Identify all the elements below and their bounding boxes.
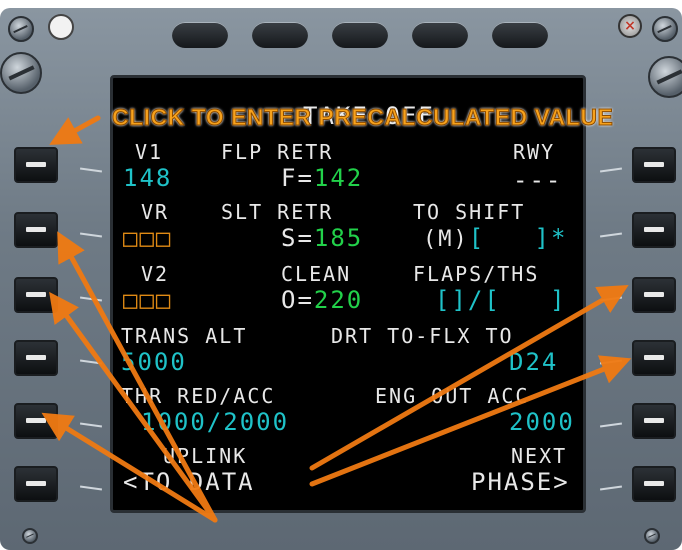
rwy-label: RWY <box>513 140 556 164</box>
thr-red-acc-value[interactable]: 1000/2000 <box>141 408 289 436</box>
lsk-3l-button[interactable] <box>14 277 58 313</box>
v1-value[interactable]: 148 <box>123 164 172 192</box>
lsk-5l-button[interactable] <box>14 403 58 439</box>
trans-alt-label: TRANS ALT <box>121 324 248 348</box>
v1-label: V1 <box>135 140 164 164</box>
vr-label: VR <box>141 200 170 224</box>
slt-retr-value: S=185 <box>281 224 363 252</box>
top-key-4[interactable] <box>412 22 468 48</box>
brightness-knob-icon[interactable] <box>0 52 42 94</box>
annunciator-light-icon <box>48 14 74 40</box>
next-phase-link[interactable]: PHASE> <box>471 468 570 496</box>
lsk-4l-button[interactable] <box>14 340 58 376</box>
mcdu-display: TAKE OFF V1 FLP RETR RWY 148 F=142 --- V… <box>110 75 586 513</box>
flp-retr-value: F=142 <box>281 164 363 192</box>
to-shift-label: TO SHIFT <box>413 200 526 224</box>
flp-retr-prefix: F= <box>281 164 314 192</box>
clean-prefix: O= <box>281 286 314 314</box>
lsk-6r-button[interactable] <box>632 466 676 502</box>
top-key-2[interactable] <box>252 22 308 48</box>
to-data-link[interactable]: <TO DATA <box>123 468 255 496</box>
slt-retr-label: SLT RETR <box>221 200 334 224</box>
v2-value[interactable]: □□□ <box>123 286 172 314</box>
lsk-5r-button[interactable] <box>632 403 676 439</box>
lsk-4r-button[interactable] <box>632 340 676 376</box>
lsk-2r-button[interactable] <box>632 212 676 248</box>
top-key-1[interactable] <box>172 22 228 48</box>
top-key-3[interactable] <box>332 22 388 48</box>
rwy-value: --- <box>513 166 563 194</box>
next-label: NEXT <box>511 444 568 468</box>
flex-temp-value[interactable]: D24 <box>509 348 558 376</box>
vr-value[interactable]: □□□ <box>123 224 172 252</box>
lsk-1l-button[interactable] <box>14 147 58 183</box>
lsk-3r-button[interactable] <box>632 277 676 313</box>
flex-temp-label: DRT TO-FLX TO <box>331 324 514 348</box>
clean-label: CLEAN <box>281 262 352 286</box>
top-keys <box>120 22 560 52</box>
slt-retr-speed: 185 <box>313 224 364 252</box>
screw-icon <box>22 528 38 544</box>
screw-icon <box>8 16 34 42</box>
uplink-label: UPLINK <box>163 444 248 468</box>
clean-speed: 220 <box>313 286 364 314</box>
fault-light-icon: × <box>618 14 642 38</box>
lsk-6l-button[interactable] <box>14 466 58 502</box>
to-shift-field: [ ]* <box>468 224 568 252</box>
thr-red-acc-label: THR RED/ACC <box>121 384 276 408</box>
eng-out-acc-value[interactable]: 2000 <box>509 408 575 436</box>
brightness-knob-icon[interactable] <box>648 56 682 98</box>
eng-out-acc-label: ENG OUT ACC <box>375 384 530 408</box>
clean-value: O=220 <box>281 286 363 314</box>
top-key-5[interactable] <box>492 22 548 48</box>
annotation-callout: CLICK TO ENTER PRECALCULATED VALUE <box>111 104 614 131</box>
flp-retr-speed: 142 <box>313 164 364 192</box>
screw-icon <box>644 528 660 544</box>
lsk-1r-button[interactable] <box>632 147 676 183</box>
screw-icon <box>652 16 678 42</box>
trans-alt-value[interactable]: 5000 <box>121 348 187 376</box>
v2-label: V2 <box>141 262 170 286</box>
flaps-ths-label: FLAPS/THS <box>413 262 540 286</box>
to-shift-value[interactable]: (M)[ ]* <box>423 224 567 252</box>
slt-retr-prefix: S= <box>281 224 314 252</box>
lsk-2l-button[interactable] <box>14 212 58 248</box>
flaps-ths-value[interactable]: []/[ ] <box>435 286 567 314</box>
to-shift-unit: (M) <box>423 227 469 252</box>
flp-retr-label: FLP RETR <box>221 140 334 164</box>
